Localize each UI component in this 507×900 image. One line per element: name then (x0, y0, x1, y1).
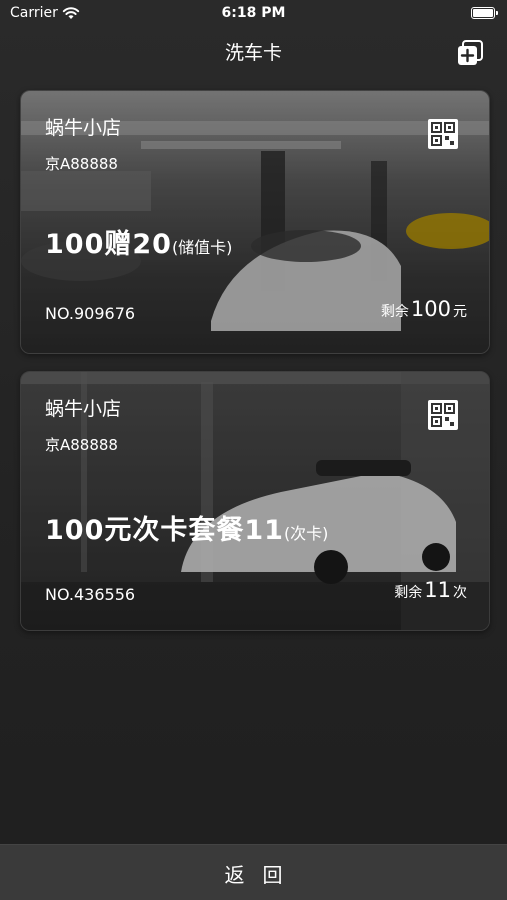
back-button[interactable]: 返回 (0, 859, 507, 888)
package-title: 100元次卡套餐11 (45, 515, 284, 546)
package-title: 100赠20 (45, 229, 172, 260)
page-title: 洗车卡 (224, 42, 282, 64)
card-number: NO.909676 (45, 304, 136, 323)
status-time: 6:18 PM (221, 5, 286, 21)
remaining-value: 11 (424, 578, 451, 602)
package: 100赠20(储值卡) (45, 222, 232, 261)
remaining-label: 剩余 (394, 585, 423, 601)
remaining-value: 100 (410, 297, 451, 321)
battery-icon (471, 7, 498, 19)
card-number: NO.436556 (45, 585, 136, 604)
shop-name: 蜗牛小店 (45, 117, 122, 139)
package-type: (储值卡) (171, 238, 233, 257)
qr-code-icon[interactable] (428, 119, 458, 149)
remaining-unit: 元 (453, 304, 467, 320)
license-plate: 京A88888 (45, 155, 118, 173)
license-plate: 京A88888 (45, 436, 118, 454)
remaining-label: 剩余 (380, 304, 409, 320)
remaining-balance: 剩余100 元 (381, 297, 467, 321)
package-type: (次卡) (283, 524, 329, 543)
add-card-icon[interactable] (457, 40, 483, 66)
bottom-bar: 返回 (0, 844, 507, 900)
wash-card[interactable]: 蜗牛小店 京A88888 100元次卡套餐11(次卡) NO.436556 剩余… (20, 371, 490, 631)
status-bar: Carrier 6:18 PM (0, 0, 507, 28)
remaining-balance: 剩余11 次 (394, 578, 467, 602)
package: 100元次卡套餐11(次卡) (45, 508, 328, 547)
qr-code-icon[interactable] (428, 400, 458, 430)
remaining-unit: 次 (453, 585, 467, 601)
shop-name: 蜗牛小店 (45, 398, 122, 420)
wash-card[interactable]: 蜗牛小店 京A88888 100赠20(储值卡) NO.909676 剩余100… (20, 90, 490, 354)
